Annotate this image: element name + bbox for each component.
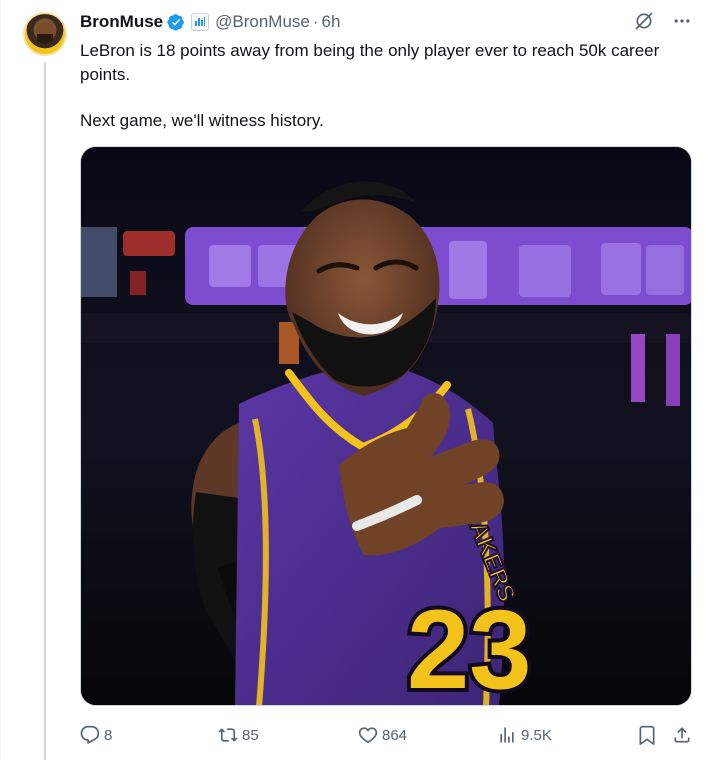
views-icon	[500, 727, 514, 743]
thread-line	[44, 62, 46, 760]
red-score-dot	[130, 271, 146, 295]
view-count: 9.5K	[521, 726, 552, 744]
scoreboard-block	[601, 243, 641, 295]
share-button[interactable]	[672, 721, 692, 749]
more-icon[interactable]	[671, 10, 693, 32]
tweet-text: LeBron is 18 points away from being the …	[80, 39, 680, 133]
reply-button[interactable]: 8	[80, 721, 112, 749]
like-count: 864	[382, 726, 408, 744]
timestamp[interactable]: 6h	[322, 12, 341, 32]
bookmark-icon	[639, 725, 655, 745]
display-name[interactable]: BronMuse	[80, 12, 163, 32]
scoreboard-left-panel	[81, 227, 117, 297]
tweet-actions: 8 85 864 9.5K	[80, 721, 695, 749]
purple-arena-light	[666, 334, 680, 406]
avatar-beard	[37, 34, 53, 44]
like-button[interactable]: 864	[358, 721, 407, 749]
jersey-number: 23	[407, 587, 532, 706]
tweet-page: BronMuse @BronMuse · 6h LeBron is 18 poi…	[0, 0, 711, 760]
scoreboard-block	[449, 241, 487, 299]
bookmark-button[interactable]	[637, 721, 657, 749]
header-actions	[633, 10, 693, 32]
tweet-text-line-1: LeBron is 18 points away from being the …	[80, 41, 660, 84]
repost-button[interactable]: 85	[218, 721, 259, 749]
scoreboard-block	[209, 245, 251, 287]
header-separator: ·	[312, 12, 319, 31]
views-button[interactable]: 9.5K	[497, 721, 552, 749]
share-icon	[674, 727, 690, 743]
tweet-header: BronMuse @BronMuse · 6h	[80, 12, 340, 32]
repost-icon	[218, 728, 238, 742]
heart-icon	[358, 727, 378, 744]
scoreboard-block	[646, 245, 684, 295]
grok-icon[interactable]	[633, 10, 655, 32]
reply-count: 8	[104, 726, 113, 744]
tweet-photo[interactable]: J LAKERS 23	[80, 146, 692, 706]
player-photo: J LAKERS 23	[81, 147, 691, 706]
affiliate-badge-icon[interactable]	[191, 13, 210, 31]
repost-count: 85	[242, 726, 259, 744]
red-score-light	[123, 231, 175, 256]
tweet-text-line-2: Next game, we'll witness history.	[80, 111, 324, 130]
avatar[interactable]	[23, 12, 67, 56]
reply-icon	[80, 725, 100, 744]
tweet-text-spacer	[80, 87, 680, 109]
verified-badge-icon[interactable]	[167, 13, 185, 31]
scoreboard-block	[519, 245, 571, 297]
purple-arena-light	[631, 334, 645, 402]
handle[interactable]: @BronMuse	[215, 12, 310, 32]
